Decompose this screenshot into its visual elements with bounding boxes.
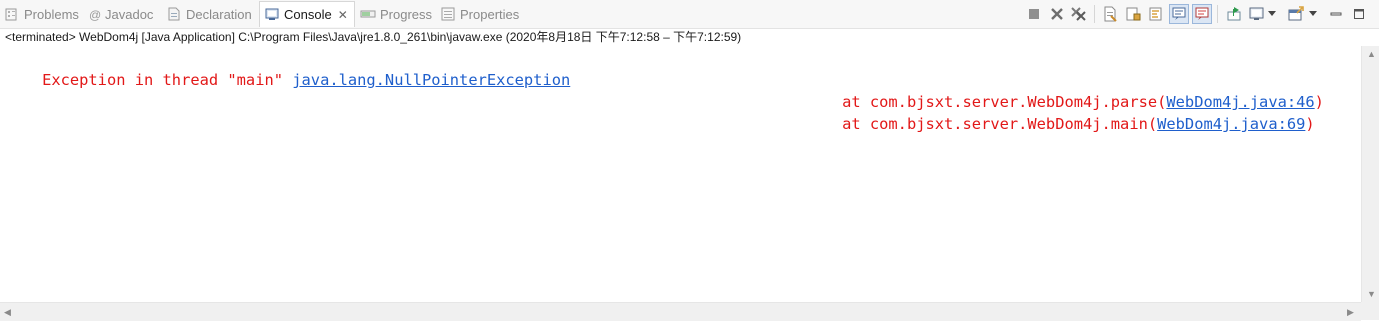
tab-declaration[interactable]: Declaration (166, 3, 252, 26)
toolbar-separator (1217, 5, 1218, 23)
tab-javadoc[interactable]: @ Javadoc (89, 3, 153, 26)
maximize-icon[interactable] (1349, 4, 1369, 24)
open-console-icon[interactable] (1286, 4, 1306, 24)
progress-icon (360, 6, 376, 22)
stack-frame-text: ) (1314, 93, 1324, 111)
console-line: at com.bjsxt.server.WebDom4j.parse(WebDo… (805, 69, 1324, 111)
tab-label: Console (284, 7, 332, 22)
tab-problems[interactable]: Problems (4, 3, 79, 26)
tab-label: Declaration (186, 7, 252, 22)
remove-all-terminated-icon[interactable] (1069, 4, 1089, 24)
tab-properties[interactable]: Properties (440, 3, 519, 26)
stack-frame-link[interactable]: WebDom4j.java:69 (1157, 115, 1305, 133)
stack-frame-text: at com.bjsxt.server.WebDom4j.main( (842, 115, 1158, 133)
scroll-up-icon[interactable]: ▲ (1367, 49, 1376, 59)
view-tab-bar: Problems @ Javadoc Declaration Console ✕ P… (0, 0, 1379, 29)
close-icon[interactable]: ✕ (338, 8, 348, 22)
chevron-down-icon[interactable] (1266, 4, 1278, 24)
clear-console-icon[interactable] (1100, 4, 1120, 24)
show-on-stderr-icon[interactable] (1192, 4, 1212, 24)
javadoc-icon: @ (89, 8, 102, 22)
toolbar-separator (1094, 5, 1095, 23)
remove-launch-icon[interactable] (1047, 4, 1067, 24)
scroll-down-icon[interactable]: ▼ (1367, 289, 1376, 299)
show-on-stdout-icon[interactable] (1169, 4, 1189, 24)
declaration-icon (166, 6, 182, 22)
tab-label: Progress (380, 7, 433, 22)
scroll-right-icon[interactable]: ▶ (1347, 307, 1354, 317)
scrollbar-corner (1361, 302, 1379, 320)
problems-icon (4, 6, 20, 22)
stack-frame-text: ) (1305, 115, 1315, 133)
tab-progress[interactable]: Progress (360, 3, 432, 26)
console-icon (264, 5, 280, 21)
launch-status-label: <terminated> WebDom4j [Java Application]… (5, 30, 742, 44)
word-wrap-icon[interactable] (1146, 4, 1166, 24)
tab-label: Properties (460, 7, 520, 22)
vertical-scrollbar[interactable]: ▲ ▼ (1361, 46, 1379, 302)
tab-label: Problems (24, 7, 79, 22)
console-line: at com.bjsxt.server.WebDom4j.main(WebDom… (805, 91, 1315, 133)
terminate-icon[interactable] (1024, 4, 1044, 24)
properties-icon (440, 6, 456, 22)
scroll-left-icon[interactable]: ◀ (4, 307, 11, 317)
console-line: Exception in thread "main" java.lang.Nul… (5, 47, 570, 89)
exception-link[interactable]: java.lang.NullPointerException (292, 71, 570, 89)
pin-console-icon[interactable] (1224, 4, 1244, 24)
exception-text: Exception in thread "main" (42, 71, 293, 89)
console-output[interactable]: Exception in thread "main" java.lang.Nul… (0, 46, 1361, 302)
scroll-lock-icon[interactable] (1123, 4, 1143, 24)
tab-label: Javadoc (105, 7, 154, 22)
tab-console[interactable]: Console ✕ (259, 1, 355, 27)
minimize-icon[interactable] (1326, 4, 1346, 24)
chevron-down-icon[interactable] (1307, 4, 1319, 24)
horizontal-scrollbar[interactable]: ◀ ▶ (0, 302, 1361, 321)
display-selected-console-icon[interactable] (1247, 4, 1267, 24)
